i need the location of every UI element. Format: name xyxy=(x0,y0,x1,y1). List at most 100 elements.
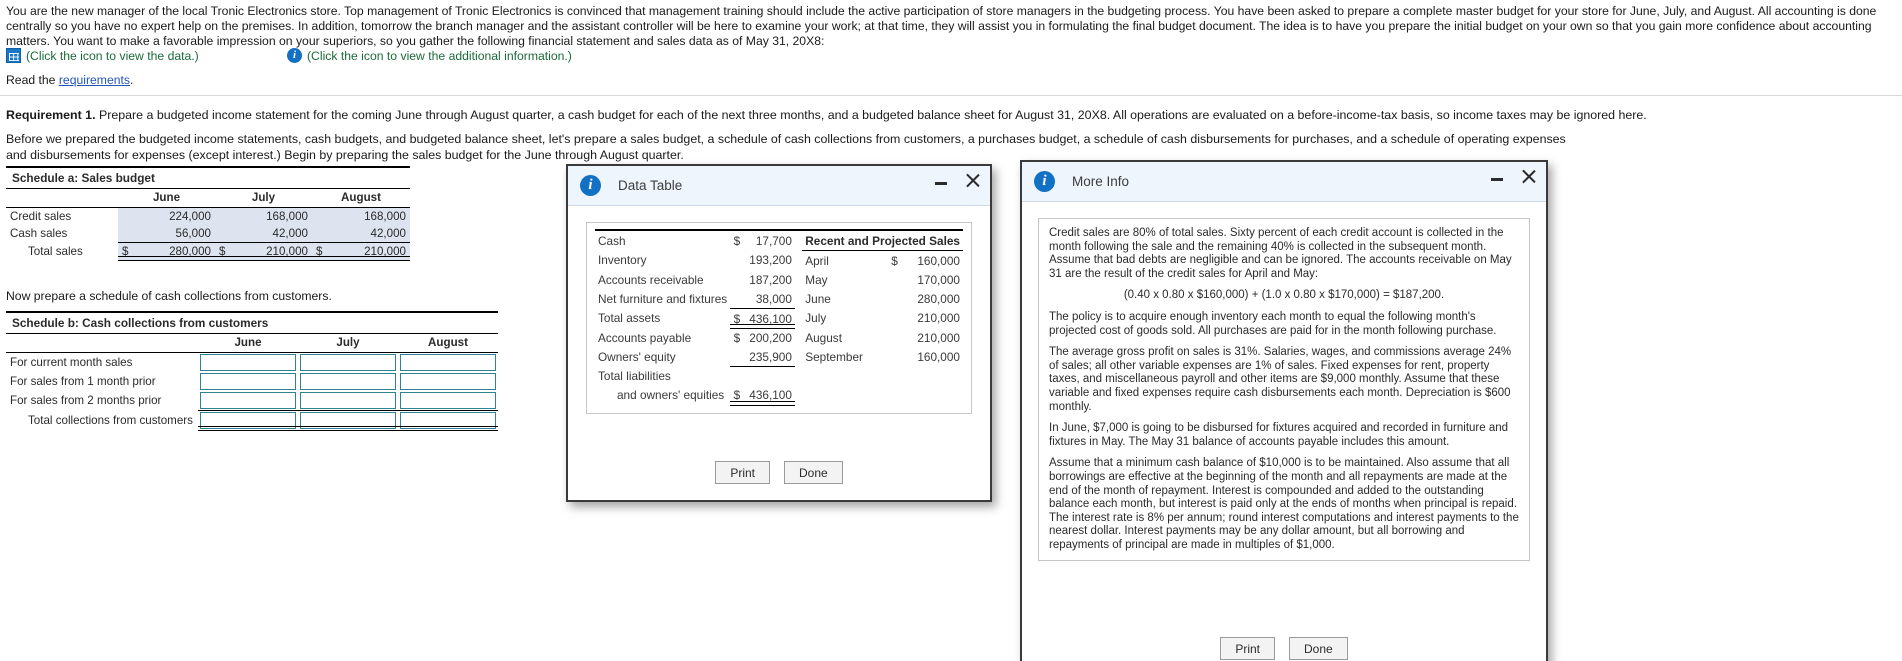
schedule-a-table: June July August Credit sales 224,000 16… xyxy=(6,189,410,260)
schedule-a-col-august: August xyxy=(312,189,410,208)
data-table-body: Cash $ 17,700 Recent and Projected Sales… xyxy=(568,206,990,414)
input-current-month-august[interactable] xyxy=(400,354,496,371)
table-row: Total collections from customers xyxy=(6,411,498,430)
sales-value-june: 280,000 xyxy=(917,291,960,306)
schedule-b-table: June July August For current month sales… xyxy=(6,334,498,430)
cash-sales-june-dollar xyxy=(118,225,130,243)
table-row: Cash sales 56,000 42,000 42,000 xyxy=(6,225,410,243)
more-info-para-4: In June, $7,000 is going to be disbursed… xyxy=(1049,422,1509,448)
input-total-collections-august[interactable] xyxy=(400,412,496,429)
sales-month-may: May xyxy=(805,272,828,287)
section-divider xyxy=(0,95,1902,96)
read-requirements-line: Read the requirements. xyxy=(6,73,133,87)
more-info-title: More Info xyxy=(1072,174,1130,189)
input-2-months-prior-july[interactable] xyxy=(300,392,396,409)
dt-gap xyxy=(795,309,802,329)
row-label-cash-sales: Cash sales xyxy=(10,227,68,241)
schedule-b-cash-collections: Schedule b: Cash collections from custom… xyxy=(6,311,498,430)
cash-sales-june: 56,000 xyxy=(130,225,215,243)
read-prefix: Read the xyxy=(6,73,59,87)
minimize-icon[interactable] xyxy=(1491,170,1505,184)
dt-gap xyxy=(901,386,963,405)
bs-value-cash: 17,700 xyxy=(743,229,795,251)
schedule-b-col-august: August xyxy=(398,334,498,353)
bs-dollar-accounts-payable: $ xyxy=(733,330,741,345)
sales-month-september: September xyxy=(805,349,863,364)
schedule-b-title: Schedule b: Cash collections from custom… xyxy=(6,313,498,334)
view-data-link[interactable]: (Click the icon to view the data.) xyxy=(6,48,199,63)
bs-dollar-net-furniture xyxy=(730,289,744,309)
dt-gap xyxy=(802,367,886,386)
info-circle-icon: i xyxy=(580,175,601,196)
minimize-icon[interactable] xyxy=(935,174,949,188)
data-table-titlebar: i Data Table xyxy=(568,166,990,206)
sales-month-april: April xyxy=(805,253,829,268)
row-label-credit-sales: Credit sales xyxy=(10,210,72,223)
table-row: Net furniture and fixtures 38,000 June 2… xyxy=(595,289,963,309)
cash-sales-july: 42,000 xyxy=(227,225,312,243)
total-sales-june: 280,000 xyxy=(130,242,215,260)
done-button[interactable]: Done xyxy=(1289,637,1348,660)
bs-dollar-inventory xyxy=(730,251,743,271)
dt-gap xyxy=(795,289,802,309)
input-total-collections-june[interactable] xyxy=(200,412,296,429)
row-label-sales-1-month-prior: For sales from 1 month prior xyxy=(10,375,156,388)
requirement-1-text: Prepare a budgeted income statement for … xyxy=(95,108,1647,122)
bs-label-inventory: Inventory xyxy=(598,253,647,268)
bs-value-total-assets: 436,100 xyxy=(743,309,795,328)
dt-gap xyxy=(886,367,901,386)
table-row: Owners' equity 235,900 September 160,000 xyxy=(595,347,963,367)
schedule-a-col-july: July xyxy=(215,189,312,208)
view-more-info-link[interactable]: i (Click the icon to view the additional… xyxy=(287,48,572,63)
requirement-1: Requirement 1. Prepare a budgeted income… xyxy=(6,108,1896,124)
input-2-months-prior-june[interactable] xyxy=(200,392,296,409)
more-info-window-buttons xyxy=(1491,168,1536,185)
bs-value-and-owners-equities: 436,100 xyxy=(743,386,795,406)
input-1-month-prior-june[interactable] xyxy=(200,373,296,390)
credit-sales-july: 168,000 xyxy=(227,207,312,225)
input-current-month-june[interactable] xyxy=(200,354,296,371)
credit-sales-august: 168,000 xyxy=(324,207,410,225)
bs-label-cash: Cash xyxy=(595,229,731,251)
done-button[interactable]: Done xyxy=(784,461,843,484)
input-2-months-prior-august[interactable] xyxy=(400,392,496,409)
data-table-title: Data Table xyxy=(618,178,683,193)
problem-intro: You are the new manager of the local Tro… xyxy=(6,4,1896,50)
input-1-month-prior-august[interactable] xyxy=(400,373,496,390)
bs-dollar-and-owners-equities: $ xyxy=(730,386,744,406)
bs-dollar-total-assets: $ xyxy=(730,309,744,328)
requirement-2-text: Before we prepared the budgeted income s… xyxy=(6,132,1566,162)
close-icon[interactable] xyxy=(1519,168,1536,185)
table-grid-icon[interactable] xyxy=(6,48,21,63)
print-button[interactable]: Print xyxy=(715,461,770,484)
table-row: Total liabilities xyxy=(595,367,963,386)
bs-dollar-accounts-receivable xyxy=(730,270,743,289)
cash-sales-july-dollar xyxy=(215,225,227,243)
row-label-sales-2-months-prior: For sales from 2 months prior xyxy=(10,394,162,408)
input-1-month-prior-july[interactable] xyxy=(300,373,396,390)
view-data-label: (Click the icon to view the data.) xyxy=(26,48,199,63)
more-info-panel: Credit sales are 80% of total sales. Six… xyxy=(1038,218,1530,562)
info-circle-icon[interactable]: i xyxy=(287,48,302,63)
input-total-collections-july[interactable] xyxy=(300,412,396,429)
requirements-link[interactable]: requirements xyxy=(59,73,130,87)
bs-label-total-liabilities: Total liabilities xyxy=(598,369,671,383)
dt-gap xyxy=(795,386,802,405)
more-info-para-5: Assume that a minimum cash balance of $1… xyxy=(1049,457,1519,551)
sales-month-august: August xyxy=(805,330,842,345)
bs-label-net-furniture: Net furniture and fixtures xyxy=(598,291,728,306)
bs-label-accounts-receivable: Accounts receivable xyxy=(598,272,704,287)
table-row: Accounts receivable 187,200 May 170,000 xyxy=(595,270,963,289)
sales-dollar-july xyxy=(886,309,901,329)
input-current-month-july[interactable] xyxy=(300,354,396,371)
table-row: Total assets $ 436,100 July 210,000 xyxy=(595,309,963,329)
more-info-actions: Print Done xyxy=(1022,637,1546,660)
more-info-para-1: Credit sales are 80% of total sales. Six… xyxy=(1049,227,1512,280)
total-sales-august-dollar: $ xyxy=(312,242,324,260)
sales-value-april: 160,000 xyxy=(917,253,960,268)
close-icon[interactable] xyxy=(963,172,980,189)
dt-gap xyxy=(795,367,802,386)
print-button[interactable]: Print xyxy=(1220,637,1275,660)
table-row: Accounts payable $ 200,200 August 210,00… xyxy=(595,328,963,347)
table-row: Inventory 193,200 April $ 160,000 xyxy=(595,251,963,271)
